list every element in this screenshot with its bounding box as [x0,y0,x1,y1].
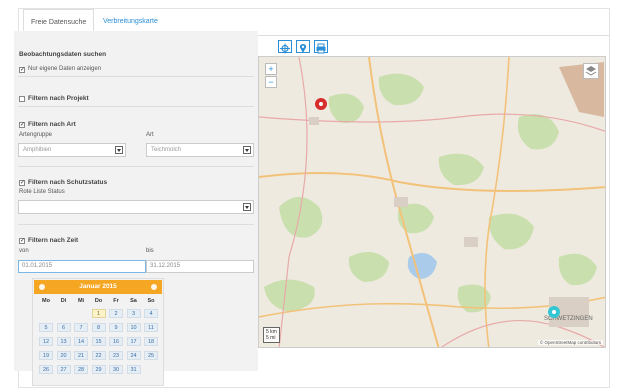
separator [18,76,254,77]
observations-title: Beobachtungsdaten suchen [19,51,107,58]
locate-button[interactable] [278,40,292,54]
day-cell[interactable]: 10 [126,323,141,332]
day-cell[interactable]: 23 [109,351,123,360]
weekday-label: Fr [113,298,119,304]
date-to-input[interactable]: 31.12.2015 [146,260,254,273]
protection-checkbox[interactable]: ✓ [19,180,25,186]
project-checkbox[interactable] [19,96,25,102]
own-data-checkbox[interactable]: ✓ [19,67,25,73]
day-cell[interactable]: 12 [39,337,53,346]
day-cell[interactable]: 6 [56,323,71,332]
day-cell[interactable]: 14 [74,337,88,346]
map-scale: 5 km 5 mi [263,327,280,343]
day-cell[interactable]: 28 [74,365,88,374]
species-checkbox[interactable]: ✓ [19,122,25,128]
day-cell[interactable]: 27 [56,365,71,374]
map-attribution[interactable]: © OpenStreetMap contributors [537,340,603,345]
species-label: Art [146,132,154,138]
day-cell[interactable]: 8 [91,323,106,332]
species-select[interactable]: Teichmolch [146,143,254,157]
day-cell[interactable]: 21 [74,351,88,360]
day-cell[interactable]: 4 [144,309,158,318]
crosshair-icon [280,43,290,54]
day-cell[interactable]: 1 [91,309,106,318]
day-cell[interactable]: 20 [56,351,71,360]
day-cell[interactable]: 29 [91,365,106,374]
species-title: Filtern nach Art [28,121,76,128]
observation-marker-red[interactable] [314,97,328,111]
red-list-select[interactable] [18,200,254,214]
day-cell[interactable]: 15 [91,337,106,346]
species-value: Teichmolch [151,147,182,153]
weekday-label: Do [94,298,103,304]
day-cell[interactable]: 22 [91,351,106,360]
protection-title: Filtern nach Schutzstatus [28,179,108,186]
layers-icon [585,66,597,76]
day-cell[interactable]: 2 [109,309,123,318]
weekday-label: So [147,298,155,304]
datepicker-header: Januar 2015 [34,280,162,294]
print-button[interactable] [314,40,328,54]
zoom-out-button[interactable]: − [265,76,277,88]
scale-mi: 5 mi [266,335,276,341]
weekday-label: Mo [42,298,50,304]
day-cell[interactable]: 16 [109,337,123,346]
prev-month-icon[interactable] [39,284,45,290]
time-title: Filtern nach Zeit [28,237,79,244]
datepicker: Januar 2015 Mo Di Mi Do Fr Sa So 1 2 3 4 5 6 7 8 9 10 11… [32,278,164,386]
species-group-value: Amphibien [23,147,52,153]
day-cell[interactable]: 7 [74,323,88,332]
weekday-label: Mi [77,298,85,304]
distribution-map[interactable]: SCHWETZINGEN + − 5 km 5 mi © OpenStreetM… [258,56,606,348]
own-data-label: Nur eigene Daten anzeigen [28,66,102,72]
observation-marker-cyan[interactable] [547,305,561,319]
day-cell[interactable]: 11 [144,323,158,332]
chevron-down-icon[interactable] [115,146,123,154]
from-label: von [19,248,29,254]
day-cell[interactable]: 17 [126,337,141,346]
marker-button[interactable] [296,40,310,53]
chevron-down-icon[interactable] [243,146,251,154]
day-cell[interactable]: 25 [144,351,158,360]
weekday-label: Sa [130,298,137,304]
day-cell[interactable]: 3 [126,309,141,318]
separator [18,166,254,167]
day-cell[interactable]: 18 [144,337,158,346]
day-cell[interactable]: 24 [126,351,141,360]
project-title: Filtern nach Projekt [28,95,89,102]
next-month-icon[interactable] [151,284,157,290]
layer-switcher-button[interactable] [583,63,599,79]
time-checkbox[interactable]: ✓ [19,238,25,244]
day-cell[interactable]: 9 [109,323,123,332]
day-cell[interactable]: 19 [39,351,53,360]
species-group-select[interactable]: Amphibien [18,143,126,157]
datepicker-title: Januar 2015 [79,283,117,290]
weekday-label: Di [60,298,67,304]
day-cell[interactable]: 30 [109,365,123,374]
print-icon [316,43,326,54]
date-from-input[interactable]: 01.01.2015 [18,260,146,273]
red-list-label: Rote Liste Status [19,189,65,195]
day-cell[interactable]: 5 [39,323,53,332]
day-cell[interactable]: 26 [39,365,53,374]
zoom-in-button[interactable]: + [265,63,277,75]
separator [18,224,254,225]
species-group-label: Artengruppe [19,132,53,138]
day-cell[interactable]: 31 [126,365,141,374]
separator [18,106,254,107]
to-label: bis [146,248,154,254]
chevron-down-icon[interactable] [243,203,251,211]
pin-icon [299,44,307,53]
day-cell[interactable]: 13 [56,337,71,346]
